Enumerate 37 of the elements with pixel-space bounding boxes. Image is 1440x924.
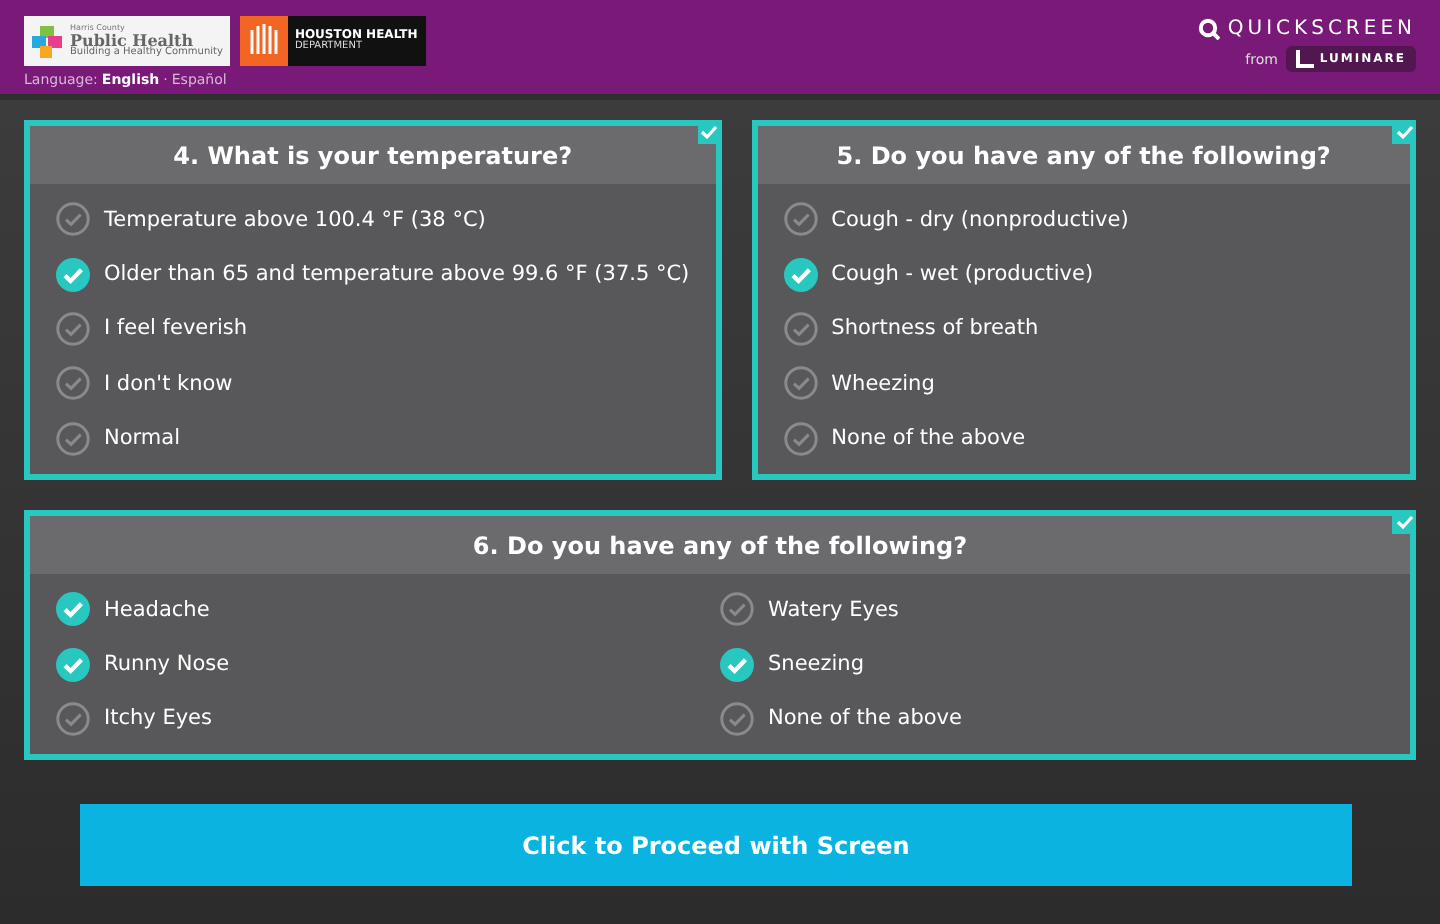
unchecked-icon[interactable] [783, 202, 818, 237]
option-label[interactable]: Watery Eyes [768, 597, 899, 622]
option-label[interactable]: Cough - dry (nonproductive) [831, 207, 1129, 232]
unchecked-icon[interactable] [783, 311, 818, 346]
option-label[interactable]: Cough - wet (productive) [831, 262, 1094, 287]
option-label[interactable]: Runny Nose [104, 652, 230, 677]
magnifier-icon [1197, 18, 1220, 40]
unchecked-icon[interactable] [720, 592, 754, 627]
unchecked-icon[interactable] [56, 366, 90, 401]
option-label[interactable]: I feel feverish [104, 316, 247, 341]
brand-name: QUICKSCREEN [1227, 18, 1416, 40]
check-icon[interactable] [720, 647, 754, 682]
unchecked-icon[interactable] [783, 366, 818, 401]
option-label[interactable]: Shortness of breath [831, 316, 1039, 341]
option-label[interactable]: Itchy Eyes [104, 706, 212, 731]
question-title: 4. What is your temperature? [30, 126, 716, 184]
option-label[interactable]: Normal [104, 426, 180, 451]
check-icon[interactable] [783, 257, 818, 292]
unchecked-icon[interactable] [56, 421, 90, 456]
check-icon[interactable] [56, 647, 90, 682]
option-label[interactable]: Sneezing [768, 652, 864, 677]
option-label[interactable]: None of the above [768, 706, 962, 731]
unchecked-icon[interactable] [720, 701, 754, 736]
unchecked-icon[interactable] [56, 701, 90, 736]
option-label[interactable]: Temperature above 100.4 °F (38 °C) [104, 207, 486, 232]
unchecked-icon[interactable] [56, 202, 90, 237]
unchecked-icon[interactable] [56, 311, 90, 346]
option-label[interactable]: Wheezing [831, 371, 935, 396]
option-label[interactable]: Headache [104, 597, 210, 622]
option-label[interactable]: I don't know [104, 371, 233, 396]
unchecked-icon[interactable] [783, 421, 818, 456]
check-icon[interactable] [56, 257, 90, 292]
option-label[interactable]: Older than 65 and temperature above 99.6 °F (37.5 °C) [104, 262, 690, 287]
option-label[interactable]: None of the above [831, 426, 1026, 451]
check-icon[interactable] [56, 592, 90, 627]
question-title: 5. Do you have any of the following? [757, 126, 1410, 184]
question-title: 6. Do you have any of the following? [30, 515, 1410, 574]
